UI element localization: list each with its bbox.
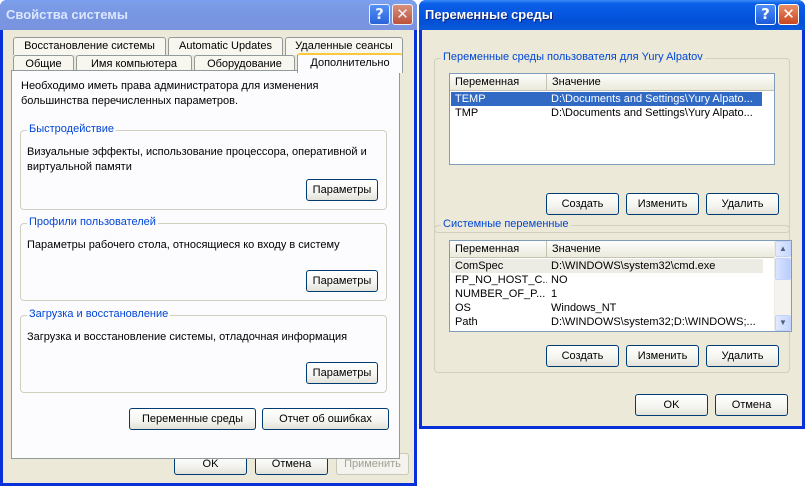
var-name: FP_NO_HOST_C... [455,274,547,286]
tab-advanced[interactable]: Дополнительно [297,53,403,73]
profiles-group: Профили пользователей Параметры рабочего… [20,216,387,301]
envvars-cancel-button[interactable]: Отмена [715,394,788,416]
close-button[interactable]: ✕ [778,4,799,25]
system-edit-button[interactable]: Изменить [626,345,699,367]
user-var-row[interactable]: TMP D:\Documents and Settings\Yury Alpat… [451,106,762,120]
var-value: D:\Documents and Settings\Yury Alpato... [551,107,753,119]
sysprops-client: Восстановление системы Automatic Updates… [3,30,414,483]
performance-desc: Визуальные эффекты, использование процес… [27,146,367,173]
system-var-row[interactable]: FP_NO_HOST_C... NO [451,273,763,287]
user-delete-button[interactable]: Удалить [706,193,779,215]
list-header: Переменная Значение [450,241,791,258]
var-value: D:\WINDOWS\system32\cmd.exe [551,260,716,272]
system-var-row[interactable]: OS Windows_NT [451,301,763,315]
system-var-row[interactable]: ComSpec D:\WINDOWS\system32\cmd.exe [451,259,763,273]
var-value: D:\WINDOWS\system32;D:\WINDOWS;... [551,316,756,328]
performance-settings-button[interactable]: Параметры [306,179,378,201]
column-variable[interactable]: Переменная [450,241,547,258]
user-variables-group: Переменные среды пользователя для Yury A… [434,51,790,233]
environment-variables-window: Переменные среды ? ✕ Переменные среды по… [419,0,805,429]
envvars-title: Переменные среды [425,7,553,22]
var-name: ComSpec [455,260,504,272]
system-properties-window: Свойства системы ? ✕ Восстановление сист… [0,0,417,486]
column-variable[interactable]: Переменная [450,74,547,91]
var-value: NO [551,274,568,286]
envvars-titlebar[interactable]: Переменные среды ? ✕ [419,0,805,30]
var-value: Windows_NT [551,302,617,314]
performance-title: Быстродействие [27,123,116,135]
user-edit-button[interactable]: Изменить [626,193,699,215]
var-value: D:\Documents and Settings\Yury Alpato... [551,93,753,105]
system-delete-button[interactable]: Удалить [706,345,779,367]
envvars-client: Переменные среды пользователя для Yury A… [422,30,802,426]
error-reporting-button[interactable]: Отчет об ошибках [262,408,389,430]
startup-desc: Загрузка и восстановление системы, отлад… [27,331,348,343]
system-var-row[interactable]: NUMBER_OF_P... 1 [451,287,763,301]
var-name: OS [455,302,471,314]
scroll-down-icon[interactable]: ▼ [775,315,791,331]
list-header: Переменная Значение [450,74,774,91]
admin-note: Необходимо иметь права администратора дл… [21,80,319,107]
envvars-ok-button[interactable]: OK [635,394,708,416]
close-button[interactable]: ✕ [392,4,413,25]
scroll-thumb[interactable] [775,258,791,280]
startup-group: Загрузка и восстановление Загрузка и вос… [20,308,387,393]
user-create-button[interactable]: Создать [546,193,619,215]
column-value[interactable]: Значение [547,74,774,91]
help-button[interactable]: ? [755,4,776,25]
var-value: 1 [551,288,558,300]
column-value[interactable]: Значение [547,241,776,258]
startup-settings-button[interactable]: Параметры [306,362,378,384]
profiles-settings-button[interactable]: Параметры [306,270,378,292]
var-name: NUMBER_OF_P... [455,288,546,300]
sysprops-title: Свойства системы [6,7,128,22]
system-create-button[interactable]: Создать [546,345,619,367]
advanced-tab-page: Необходимо иметь права администратора дл… [11,70,400,459]
help-button[interactable]: ? [369,4,390,25]
system-var-row[interactable]: Path D:\WINDOWS\system32;D:\WINDOWS;... [451,315,763,329]
var-name: TEMP [455,93,486,105]
user-var-row[interactable]: TEMP D:\Documents and Settings\Yury Alpa… [451,92,762,106]
vertical-scrollbar[interactable]: ▲ ▼ [774,241,791,331]
tab-automatic-updates[interactable]: Automatic Updates [168,37,283,55]
tab-system-restore[interactable]: Восстановление системы [13,37,166,55]
environment-variables-button[interactable]: Переменные среды [129,408,256,430]
sysprops-titlebar[interactable]: Свойства системы ? ✕ [0,0,417,30]
system-variables-title: Системные переменные [441,218,571,230]
system-variables-list[interactable]: Переменная Значение ComSpec D:\WINDOWS\s… [449,240,792,332]
profiles-title: Профили пользователей [27,216,158,228]
system-variables-group: Системные переменные Переменная Значение… [434,218,792,373]
user-variables-title: Переменные среды пользователя для Yury A… [441,51,705,63]
user-variables-list[interactable]: Переменная Значение TEMP D:\Documents an… [449,73,775,165]
scroll-up-icon[interactable]: ▲ [775,241,791,257]
var-name: TMP [455,107,479,119]
var-name: Path [455,316,478,328]
startup-title: Загрузка и восстановление [27,308,171,320]
profiles-desc: Параметры рабочего стола, относящиеся ко… [27,239,340,251]
performance-group: Быстродействие Визуальные эффекты, испол… [20,123,387,210]
